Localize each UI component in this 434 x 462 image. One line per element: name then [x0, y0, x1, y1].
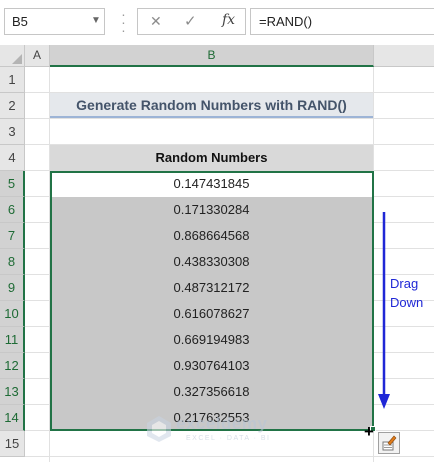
formula-text: =RAND(): [259, 14, 313, 29]
select-all-button[interactable]: [0, 45, 25, 67]
gridline: [25, 118, 434, 119]
row-header-9[interactable]: 9: [0, 275, 25, 301]
logo-icon: [147, 416, 171, 442]
gridline: [25, 456, 434, 457]
column-header-a[interactable]: A: [25, 45, 50, 67]
row-header-11[interactable]: 11: [0, 327, 25, 353]
chevron-down-icon[interactable]: ▼: [91, 15, 101, 26]
column-header-b[interactable]: B: [50, 45, 374, 67]
row-header-5[interactable]: 5: [0, 171, 25, 197]
table-header-cell[interactable]: Random Numbers: [50, 145, 373, 171]
select-all-icon: [12, 54, 22, 64]
grip-icon[interactable]: · · ·: [117, 7, 129, 37]
selection-range: [50, 171, 374, 431]
column-header-c[interactable]: [374, 45, 434, 67]
watermark-name: exceldemy: [176, 414, 268, 433]
formula-bar: B5 ▼ · · · ✕ ✓ fx =RAND(): [0, 0, 434, 45]
row-header-2[interactable]: 2: [0, 93, 25, 119]
sheet-title: Generate Random Numbers with RAND(): [76, 97, 347, 113]
drag-label-line1: Drag: [390, 276, 419, 291]
checkmark-icon[interactable]: ✓: [184, 12, 197, 30]
row-header-10[interactable]: 10: [0, 301, 25, 327]
row-header-6[interactable]: 6: [0, 197, 25, 223]
watermark-tagline: EXCEL · DATA · BI: [186, 435, 271, 442]
autofill-options-button[interactable]: [378, 432, 400, 454]
row-header-12[interactable]: 12: [0, 353, 25, 379]
row-header-14[interactable]: 14: [0, 405, 25, 431]
row-header-3[interactable]: 3: [0, 119, 25, 145]
watermark: exceldemy EXCEL · DATA · BI: [146, 412, 296, 446]
row-header-13[interactable]: 13: [0, 379, 25, 405]
formula-buttons: ✕ ✓ fx: [137, 8, 246, 35]
row-header-4[interactable]: 4: [0, 145, 25, 171]
row-header-7[interactable]: 7: [0, 223, 25, 249]
name-box[interactable]: B5 ▼: [4, 8, 105, 35]
table-header-label: Random Numbers: [155, 150, 268, 165]
drag-label-line2: Down: [390, 295, 424, 310]
row-header-1[interactable]: 1: [0, 67, 25, 93]
title-cell[interactable]: Generate Random Numbers with RAND(): [50, 93, 373, 118]
drag-down-label: Drag Down: [390, 274, 434, 312]
autofill-options-icon: [382, 435, 397, 451]
insert-function-icon[interactable]: fx: [222, 12, 235, 28]
formula-input[interactable]: =RAND(): [250, 8, 434, 35]
cancel-icon[interactable]: ✕: [150, 13, 162, 30]
name-box-value: B5: [12, 14, 28, 29]
crosshair-cursor-icon: +: [364, 422, 374, 441]
row-header-8[interactable]: 8: [0, 249, 25, 275]
row-header-15[interactable]: 15: [0, 431, 25, 457]
